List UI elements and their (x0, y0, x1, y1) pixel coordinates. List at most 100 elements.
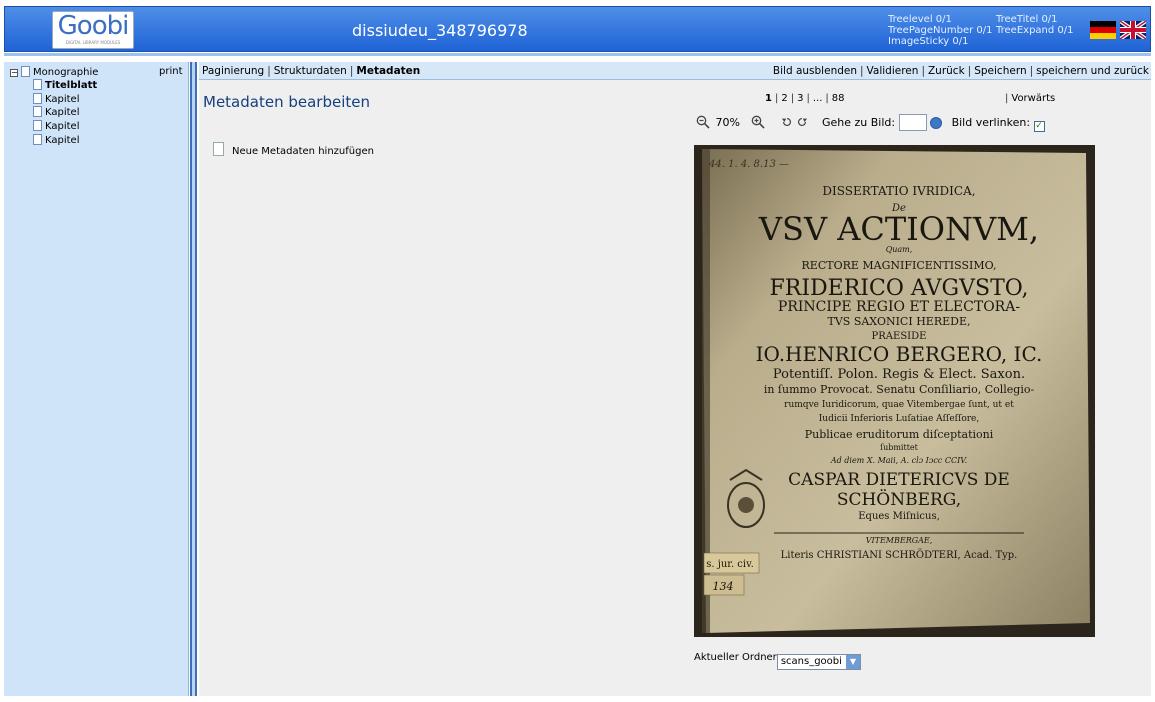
separator: | (774, 93, 779, 104)
scan-line: PRAESIDE (872, 331, 927, 342)
logo-text: Goobi (57, 11, 130, 41)
header-divider (4, 53, 1151, 56)
scanned-page-image[interactable]: 44. 1. 4. 8.13 — DISSERTATIO IVRIDICA, D… (694, 145, 1095, 637)
scan-line: Publicae eruditorum diſceptationi (805, 428, 994, 441)
structure-tree: − Monographie Titelblatt Kapitel Kapitel … (4, 62, 189, 696)
scan-line: TVS SAXONICI HEREDE, (828, 315, 971, 328)
tree-info-right: TreeTitel 0/1 TreeExpand 0/1 (996, 14, 1074, 36)
validate-link[interactable]: Validieren (867, 65, 919, 77)
tab-bar: Paginierung | Strukturdaten | Metadaten Bild… (199, 62, 1151, 80)
separator: | (825, 93, 829, 104)
tree-root-monographie[interactable]: − Monographie (10, 66, 98, 79)
scan-line: in ſummo Provocat. Senatu Conſiliario, C… (764, 383, 1035, 396)
print-link[interactable]: print (159, 66, 183, 77)
document-icon (33, 120, 42, 131)
page-title: Metadaten bearbeiten (203, 93, 370, 111)
treeexpand-text: TreeExpand 0/1 (996, 25, 1074, 36)
zoom-in-icon[interactable] (751, 115, 766, 129)
label-text: s. jur. civ. (706, 559, 754, 570)
tree-item-kapitel[interactable]: Kapitel (33, 93, 80, 106)
scan-line: Potentiſſ. Polon. Regis & Elect. Saxon. (773, 367, 1025, 382)
goto-image-label: Gehe zu Bild: (821, 116, 896, 129)
add-metadata-label: Neue Metadaten hinzufügen (232, 146, 374, 157)
tree-item-kapitel[interactable]: Kapitel (33, 134, 80, 147)
add-metadata-link[interactable]: Neue Metadaten hinzufügen (213, 142, 374, 157)
goto-image-input[interactable] (898, 114, 927, 131)
scan-line: Iudicii Inferioris Luſatiae Aſſeſſore, (819, 414, 980, 424)
tree-item-label: Kapitel (45, 107, 80, 118)
separator: | (1005, 93, 1009, 104)
rotate-right-icon[interactable] (796, 115, 808, 129)
scan-line: DISSERTATIO IVRIDICA, (822, 184, 975, 198)
separator: | (806, 93, 810, 104)
document-icon (33, 106, 42, 117)
tree-item-kapitel[interactable]: Kapitel (33, 106, 80, 119)
scan-line: PRINCIPE REGIO ET ELECTORA- (778, 299, 1020, 315)
page-link[interactable]: 2 (781, 93, 787, 104)
document-icon (33, 93, 42, 104)
sidebar-splitter[interactable] (190, 62, 197, 696)
scan-line: VITEMBERGAE, (866, 536, 933, 545)
app-header: Goobi DIGITAL LIBRARY MODULES dissiudeu_… (4, 6, 1151, 52)
main-panel: Paginierung | Strukturdaten | Metadaten Bild… (199, 62, 1151, 696)
tree-item-kapitel[interactable]: Kapitel (33, 120, 80, 133)
zoom-out-icon[interactable] (696, 115, 710, 129)
new-document-icon (213, 142, 224, 156)
action-links: Bild ausblenden | Validieren | Zurück | Speich… (773, 62, 1149, 80)
treelevel-text: Treelevel 0/1 (888, 14, 952, 25)
zoom-level: 70% (715, 116, 740, 129)
forward-link[interactable]: | Vorwärts (1002, 93, 1055, 104)
scan-line: Quam, (886, 245, 913, 254)
current-folder-label: Aktueller Ordner (694, 652, 777, 663)
uk-flag-icon[interactable] (1120, 21, 1146, 39)
tree-root-label: Monographie (33, 67, 99, 78)
separator: | (267, 65, 271, 77)
imagesticky-text: ImageSticky 0/1 (888, 36, 969, 47)
scan-line: CASPAR DIETERICVS DE (788, 470, 1010, 490)
treepagenumber-text: TreePageNumber 0/1 (888, 25, 993, 36)
tree-item-label: Titelblatt (45, 80, 98, 91)
tree-item-titelblatt[interactable]: Titelblatt (33, 79, 97, 92)
chevron-down-icon[interactable]: ▼ (845, 655, 860, 669)
separator: | (921, 65, 925, 77)
image-toolbar: 70% Gehe zu Bild: Bild verlinken: ✓ (696, 114, 1045, 132)
document-icon (33, 134, 42, 145)
treetitel-text: TreeTitel 0/1 (996, 14, 1058, 25)
scan-line: SCHÖNBERG, (837, 489, 961, 510)
separator: | (860, 65, 864, 77)
scan-line: Literis CHRISTIANI SCHRÖDTERI, Acad. Typ… (781, 549, 1018, 561)
document-icon (21, 66, 30, 77)
process-title: dissiudeu_348796978 (352, 21, 528, 40)
scan-line: FRIDERICO AVGVSTO, (770, 276, 1029, 301)
back-link[interactable]: Zurück (928, 65, 965, 77)
rotate-left-icon[interactable] (781, 115, 793, 129)
save-and-back-link[interactable]: speichern und zurück (1036, 65, 1149, 77)
save-link[interactable]: Speichern (974, 65, 1026, 77)
folder-select-value: scans_goobi (780, 656, 842, 667)
collapse-icon[interactable]: − (10, 69, 18, 77)
scan-line: rumqve Iuridicorum, quae Vitembergae ſun… (784, 400, 1014, 410)
tab-paginierung[interactable]: Paginierung (202, 65, 264, 77)
link-image-checkbox[interactable]: ✓ (1033, 121, 1045, 132)
separator: | (1029, 65, 1034, 77)
german-flag-icon[interactable] (1090, 21, 1116, 39)
tree-item-label: Kapitel (45, 94, 80, 105)
tree-item-label: Kapitel (45, 135, 80, 146)
separator: | (349, 65, 354, 77)
folder-select[interactable]: scans_goobi ▼ (776, 654, 861, 670)
scan-line: Ad diem X. Maii, A. clɔ Iɔcc CCIV. (830, 456, 967, 465)
page-ellipsis: ... (812, 93, 823, 104)
page-link-last[interactable]: 88 (832, 93, 845, 104)
goto-image-button[interactable] (930, 117, 943, 129)
hide-image-link[interactable]: Bild ausblenden (773, 65, 857, 77)
tree-info-left: Treelevel 0/1 TreePageNumber 0/1 ImageSt… (888, 14, 993, 47)
document-icon (33, 79, 42, 90)
goobi-logo[interactable]: Goobi DIGITAL LIBRARY MODULES (52, 11, 134, 49)
link-image-label: Bild verlinken: (951, 116, 1031, 129)
tree-item-label: Kapitel (45, 121, 80, 132)
tab-strukturdaten[interactable]: Strukturdaten (274, 65, 347, 77)
page-link-current[interactable]: 1 (765, 93, 772, 104)
tab-metadaten[interactable]: Metadaten (356, 65, 420, 77)
tab-list: Paginierung | Strukturdaten | Metadaten (202, 62, 420, 80)
separator: | (790, 93, 795, 104)
